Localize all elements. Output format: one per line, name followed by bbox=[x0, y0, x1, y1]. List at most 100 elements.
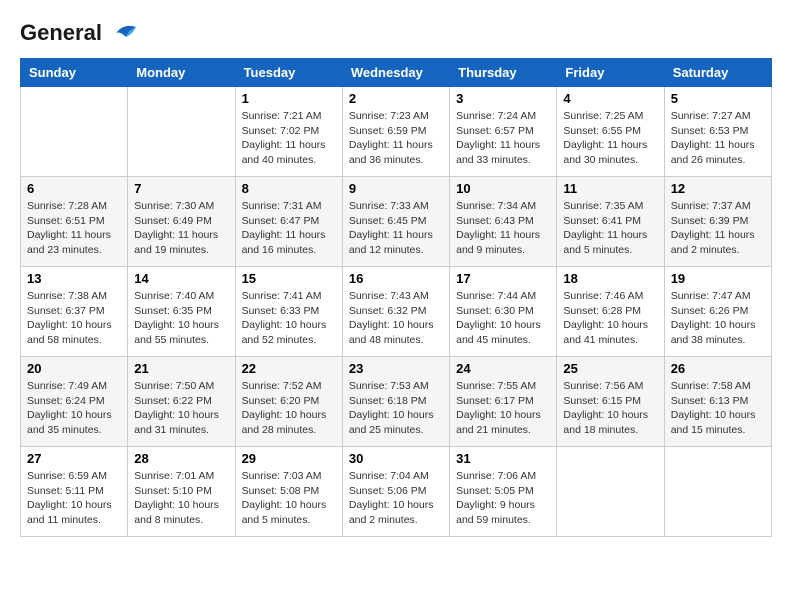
day-info: Sunrise: 7:24 AM Sunset: 6:57 PM Dayligh… bbox=[456, 109, 550, 168]
day-info: Sunrise: 7:33 AM Sunset: 6:45 PM Dayligh… bbox=[349, 199, 443, 258]
day-number: 8 bbox=[242, 181, 336, 196]
calendar-cell: 28Sunrise: 7:01 AM Sunset: 5:10 PM Dayli… bbox=[128, 447, 235, 537]
calendar-cell: 11 Sunrise: 7:35 AM Sunset: 6:41 PM Dayli… bbox=[557, 177, 664, 267]
calendar-week-4: 20 Sunrise: 7:49 AM Sunset: 6:24 PM Dayli… bbox=[21, 357, 772, 447]
day-info: Sunrise: 7:56 AM Sunset: 6:15 PM Dayligh… bbox=[563, 379, 657, 438]
calendar-cell: 1Sunrise: 7:21 AM Sunset: 7:02 PM Daylig… bbox=[235, 87, 342, 177]
day-number: 29 bbox=[242, 451, 336, 466]
day-number: 18 bbox=[563, 271, 657, 286]
calendar-cell: 10 Sunrise: 7:34 AM Sunset: 6:43 PM Dayli… bbox=[450, 177, 557, 267]
day-number: 31 bbox=[456, 451, 550, 466]
calendar-header-row: SundayMondayTuesdayWednesdayThursdayFrid… bbox=[21, 59, 772, 87]
logo-bird-icon bbox=[106, 23, 142, 43]
day-number: 30 bbox=[349, 451, 443, 466]
calendar-cell: 20 Sunrise: 7:49 AM Sunset: 6:24 PM Dayli… bbox=[21, 357, 128, 447]
calendar-cell: 6Sunrise: 7:28 AM Sunset: 6:51 PM Daylig… bbox=[21, 177, 128, 267]
day-number: 17 bbox=[456, 271, 550, 286]
calendar-cell: 25 Sunrise: 7:56 AM Sunset: 6:15 PM Dayli… bbox=[557, 357, 664, 447]
day-number: 9 bbox=[349, 181, 443, 196]
day-number: 24 bbox=[456, 361, 550, 376]
calendar-cell: 17 Sunrise: 7:44 AM Sunset: 6:30 PM Dayli… bbox=[450, 267, 557, 357]
day-info: Sunrise: 7:44 AM Sunset: 6:30 PM Dayligh… bbox=[456, 289, 550, 348]
day-number: 16 bbox=[349, 271, 443, 286]
day-number: 23 bbox=[349, 361, 443, 376]
day-info: Sunrise: 7:04 AM Sunset: 5:06 PM Dayligh… bbox=[349, 469, 443, 528]
calendar-cell: 30 Sunrise: 7:04 AM Sunset: 5:06 PM Dayli… bbox=[342, 447, 449, 537]
calendar-cell: 29 Sunrise: 7:03 AM Sunset: 5:08 PM Dayli… bbox=[235, 447, 342, 537]
day-number: 14 bbox=[134, 271, 228, 286]
calendar-cell bbox=[21, 87, 128, 177]
calendar-cell: 2Sunrise: 7:23 AM Sunset: 6:59 PM Daylig… bbox=[342, 87, 449, 177]
calendar-table: SundayMondayTuesdayWednesdayThursdayFrid… bbox=[20, 58, 772, 537]
day-number: 26 bbox=[671, 361, 765, 376]
day-info: Sunrise: 7:23 AM Sunset: 6:59 PM Dayligh… bbox=[349, 109, 443, 168]
day-info: Sunrise: 7:40 AM Sunset: 6:35 PM Dayligh… bbox=[134, 289, 228, 348]
day-header-monday: Monday bbox=[128, 59, 235, 87]
day-info: Sunrise: 7:25 AM Sunset: 6:55 PM Dayligh… bbox=[563, 109, 657, 168]
calendar-cell: 24Sunrise: 7:55 AM Sunset: 6:17 PM Dayli… bbox=[450, 357, 557, 447]
day-info: Sunrise: 7:30 AM Sunset: 6:49 PM Dayligh… bbox=[134, 199, 228, 258]
calendar-cell: 16 Sunrise: 7:43 AM Sunset: 6:32 PM Dayli… bbox=[342, 267, 449, 357]
day-number: 21 bbox=[134, 361, 228, 376]
calendar-cell: 15 Sunrise: 7:41 AM Sunset: 6:33 PM Dayli… bbox=[235, 267, 342, 357]
day-info: Sunrise: 7:34 AM Sunset: 6:43 PM Dayligh… bbox=[456, 199, 550, 258]
day-number: 19 bbox=[671, 271, 765, 286]
day-info: Sunrise: 7:43 AM Sunset: 6:32 PM Dayligh… bbox=[349, 289, 443, 348]
day-info: Sunrise: 6:59 AM Sunset: 5:11 PM Dayligh… bbox=[27, 469, 121, 528]
day-header-tuesday: Tuesday bbox=[235, 59, 342, 87]
logo-general: General bbox=[20, 20, 102, 46]
day-info: Sunrise: 7:47 AM Sunset: 6:26 PM Dayligh… bbox=[671, 289, 765, 348]
logo: General bbox=[20, 20, 142, 42]
calendar-cell: 7Sunrise: 7:30 AM Sunset: 6:49 PM Daylig… bbox=[128, 177, 235, 267]
day-number: 15 bbox=[242, 271, 336, 286]
day-info: Sunrise: 7:03 AM Sunset: 5:08 PM Dayligh… bbox=[242, 469, 336, 528]
day-info: Sunrise: 7:38 AM Sunset: 6:37 PM Dayligh… bbox=[27, 289, 121, 348]
day-info: Sunrise: 7:31 AM Sunset: 6:47 PM Dayligh… bbox=[242, 199, 336, 258]
day-header-thursday: Thursday bbox=[450, 59, 557, 87]
calendar-cell: 4 Sunrise: 7:25 AM Sunset: 6:55 PM Daylig… bbox=[557, 87, 664, 177]
calendar-cell: 27Sunrise: 6:59 AM Sunset: 5:11 PM Dayli… bbox=[21, 447, 128, 537]
day-number: 22 bbox=[242, 361, 336, 376]
day-number: 4 bbox=[563, 91, 657, 106]
calendar-cell: 19 Sunrise: 7:47 AM Sunset: 6:26 PM Dayli… bbox=[664, 267, 771, 357]
day-number: 3 bbox=[456, 91, 550, 106]
day-number: 28 bbox=[134, 451, 228, 466]
day-info: Sunrise: 7:06 AM Sunset: 5:05 PM Dayligh… bbox=[456, 469, 550, 528]
day-number: 20 bbox=[27, 361, 121, 376]
day-number: 10 bbox=[456, 181, 550, 196]
calendar-cell: 12 Sunrise: 7:37 AM Sunset: 6:39 PM Dayli… bbox=[664, 177, 771, 267]
calendar-cell: 18 Sunrise: 7:46 AM Sunset: 6:28 PM Dayli… bbox=[557, 267, 664, 357]
calendar-week-2: 6Sunrise: 7:28 AM Sunset: 6:51 PM Daylig… bbox=[21, 177, 772, 267]
calendar-week-5: 27Sunrise: 6:59 AM Sunset: 5:11 PM Dayli… bbox=[21, 447, 772, 537]
day-header-sunday: Sunday bbox=[21, 59, 128, 87]
calendar-cell: 14 Sunrise: 7:40 AM Sunset: 6:35 PM Dayli… bbox=[128, 267, 235, 357]
day-info: Sunrise: 7:46 AM Sunset: 6:28 PM Dayligh… bbox=[563, 289, 657, 348]
day-number: 6 bbox=[27, 181, 121, 196]
day-info: Sunrise: 7:41 AM Sunset: 6:33 PM Dayligh… bbox=[242, 289, 336, 348]
day-number: 12 bbox=[671, 181, 765, 196]
calendar-cell: 31 Sunrise: 7:06 AM Sunset: 5:05 PM Dayli… bbox=[450, 447, 557, 537]
day-number: 25 bbox=[563, 361, 657, 376]
calendar-cell: 8 Sunrise: 7:31 AM Sunset: 6:47 PM Daylig… bbox=[235, 177, 342, 267]
day-header-friday: Friday bbox=[557, 59, 664, 87]
calendar-cell: 9 Sunrise: 7:33 AM Sunset: 6:45 PM Daylig… bbox=[342, 177, 449, 267]
day-number: 11 bbox=[563, 181, 657, 196]
calendar-cell: 3 Sunrise: 7:24 AM Sunset: 6:57 PM Daylig… bbox=[450, 87, 557, 177]
calendar-cell bbox=[664, 447, 771, 537]
day-header-wednesday: Wednesday bbox=[342, 59, 449, 87]
calendar-cell: 21 Sunrise: 7:50 AM Sunset: 6:22 PM Dayli… bbox=[128, 357, 235, 447]
calendar-cell: 13 Sunrise: 7:38 AM Sunset: 6:37 PM Dayli… bbox=[21, 267, 128, 357]
day-info: Sunrise: 7:49 AM Sunset: 6:24 PM Dayligh… bbox=[27, 379, 121, 438]
page-header: General bbox=[20, 20, 772, 42]
day-header-saturday: Saturday bbox=[664, 59, 771, 87]
calendar-week-3: 13 Sunrise: 7:38 AM Sunset: 6:37 PM Dayli… bbox=[21, 267, 772, 357]
calendar-cell: 23Sunrise: 7:53 AM Sunset: 6:18 PM Dayli… bbox=[342, 357, 449, 447]
day-info: Sunrise: 7:58 AM Sunset: 6:13 PM Dayligh… bbox=[671, 379, 765, 438]
day-info: Sunrise: 7:50 AM Sunset: 6:22 PM Dayligh… bbox=[134, 379, 228, 438]
calendar-week-1: 1Sunrise: 7:21 AM Sunset: 7:02 PM Daylig… bbox=[21, 87, 772, 177]
day-number: 5 bbox=[671, 91, 765, 106]
day-number: 13 bbox=[27, 271, 121, 286]
day-info: Sunrise: 7:35 AM Sunset: 6:41 PM Dayligh… bbox=[563, 199, 657, 258]
day-info: Sunrise: 7:37 AM Sunset: 6:39 PM Dayligh… bbox=[671, 199, 765, 258]
day-number: 1 bbox=[242, 91, 336, 106]
